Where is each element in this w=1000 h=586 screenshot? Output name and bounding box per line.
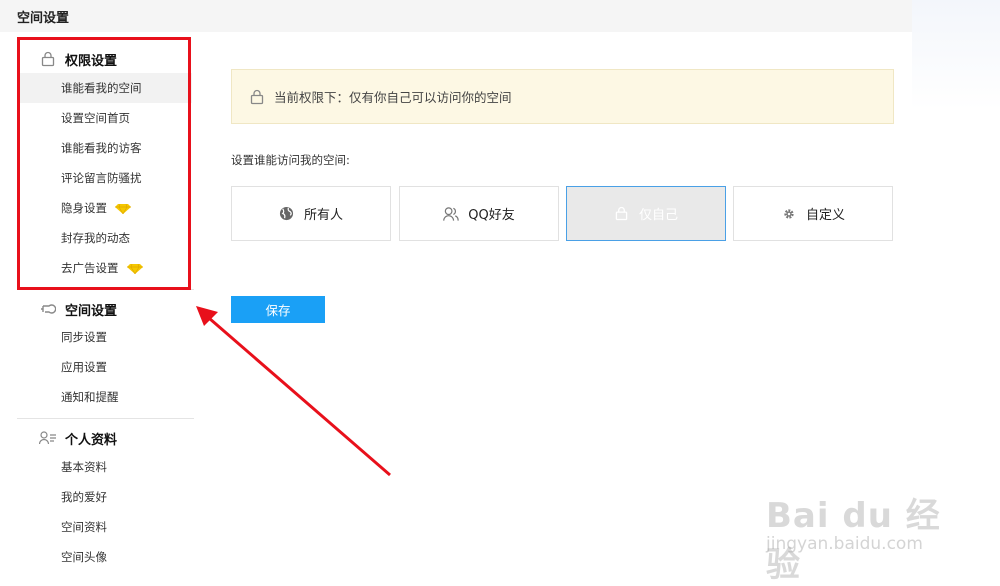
sidebar-item-space-info[interactable]: 空间资料 — [17, 512, 192, 542]
highlight-box — [17, 37, 191, 290]
sidebar-section-space: 空间设置 — [17, 296, 117, 322]
option-label: 所有人 — [303, 208, 343, 223]
permission-notice: 当前权限下：仅有你自己可以访问你的空间 — [231, 69, 894, 124]
lock-icon — [250, 89, 264, 105]
visibility-options: 所有人 QQ好友 仅自己 自定义 — [231, 186, 894, 241]
page-title: 空间设置 — [17, 11, 70, 26]
sidebar-item-sync[interactable]: 同步设置 — [17, 322, 192, 352]
save-button[interactable]: 保存 — [231, 296, 325, 323]
option-label: 自定义 — [805, 208, 845, 223]
sidebar-divider — [17, 418, 194, 419]
baidu-jingyan-watermark: Bai du 经验 jingyan.baidu.com — [766, 468, 948, 585]
gear-icon — [781, 206, 797, 222]
sidebar-item-apps[interactable]: 应用设置 — [17, 352, 192, 382]
option-label: 仅自己 — [638, 208, 678, 223]
friends-icon — [443, 206, 459, 222]
sidebar-item-avatar[interactable]: 空间头像 — [17, 542, 192, 572]
sidebar-item-hobbies[interactable]: 我的爱好 — [17, 482, 192, 512]
notice-text: 当前权限下：仅有你自己可以访问你的空间 — [274, 90, 512, 105]
sidebar-item-basic-info[interactable]: 基本资料 — [17, 452, 192, 482]
lock-icon — [614, 206, 630, 222]
option-label: QQ好友 — [468, 208, 515, 223]
sync-settings-icon — [39, 300, 57, 318]
option-only-me[interactable]: 仅自己 — [566, 186, 726, 241]
option-qq-friends[interactable]: QQ好友 — [399, 186, 559, 241]
visibility-field-label: 设置谁能访问我的空间: — [231, 153, 350, 167]
sidebar-section-title: 空间设置 — [65, 303, 118, 319]
sidebar-section-title: 个人资料 — [65, 432, 118, 448]
watermark-url: jingyan.baidu.com — [766, 534, 923, 554]
option-everyone[interactable]: 所有人 — [231, 186, 391, 241]
globe-icon — [279, 206, 295, 222]
sidebar-item-notifications[interactable]: 通知和提醒 — [17, 382, 192, 412]
annotation-arrow — [196, 306, 391, 477]
header-bar: 空间设置 — [0, 0, 912, 32]
option-custom[interactable]: 自定义 — [733, 186, 893, 241]
sidebar-section-profile: 个人资料 — [17, 425, 117, 451]
header-decoration — [912, 0, 1000, 110]
profile-card-icon — [39, 429, 57, 447]
